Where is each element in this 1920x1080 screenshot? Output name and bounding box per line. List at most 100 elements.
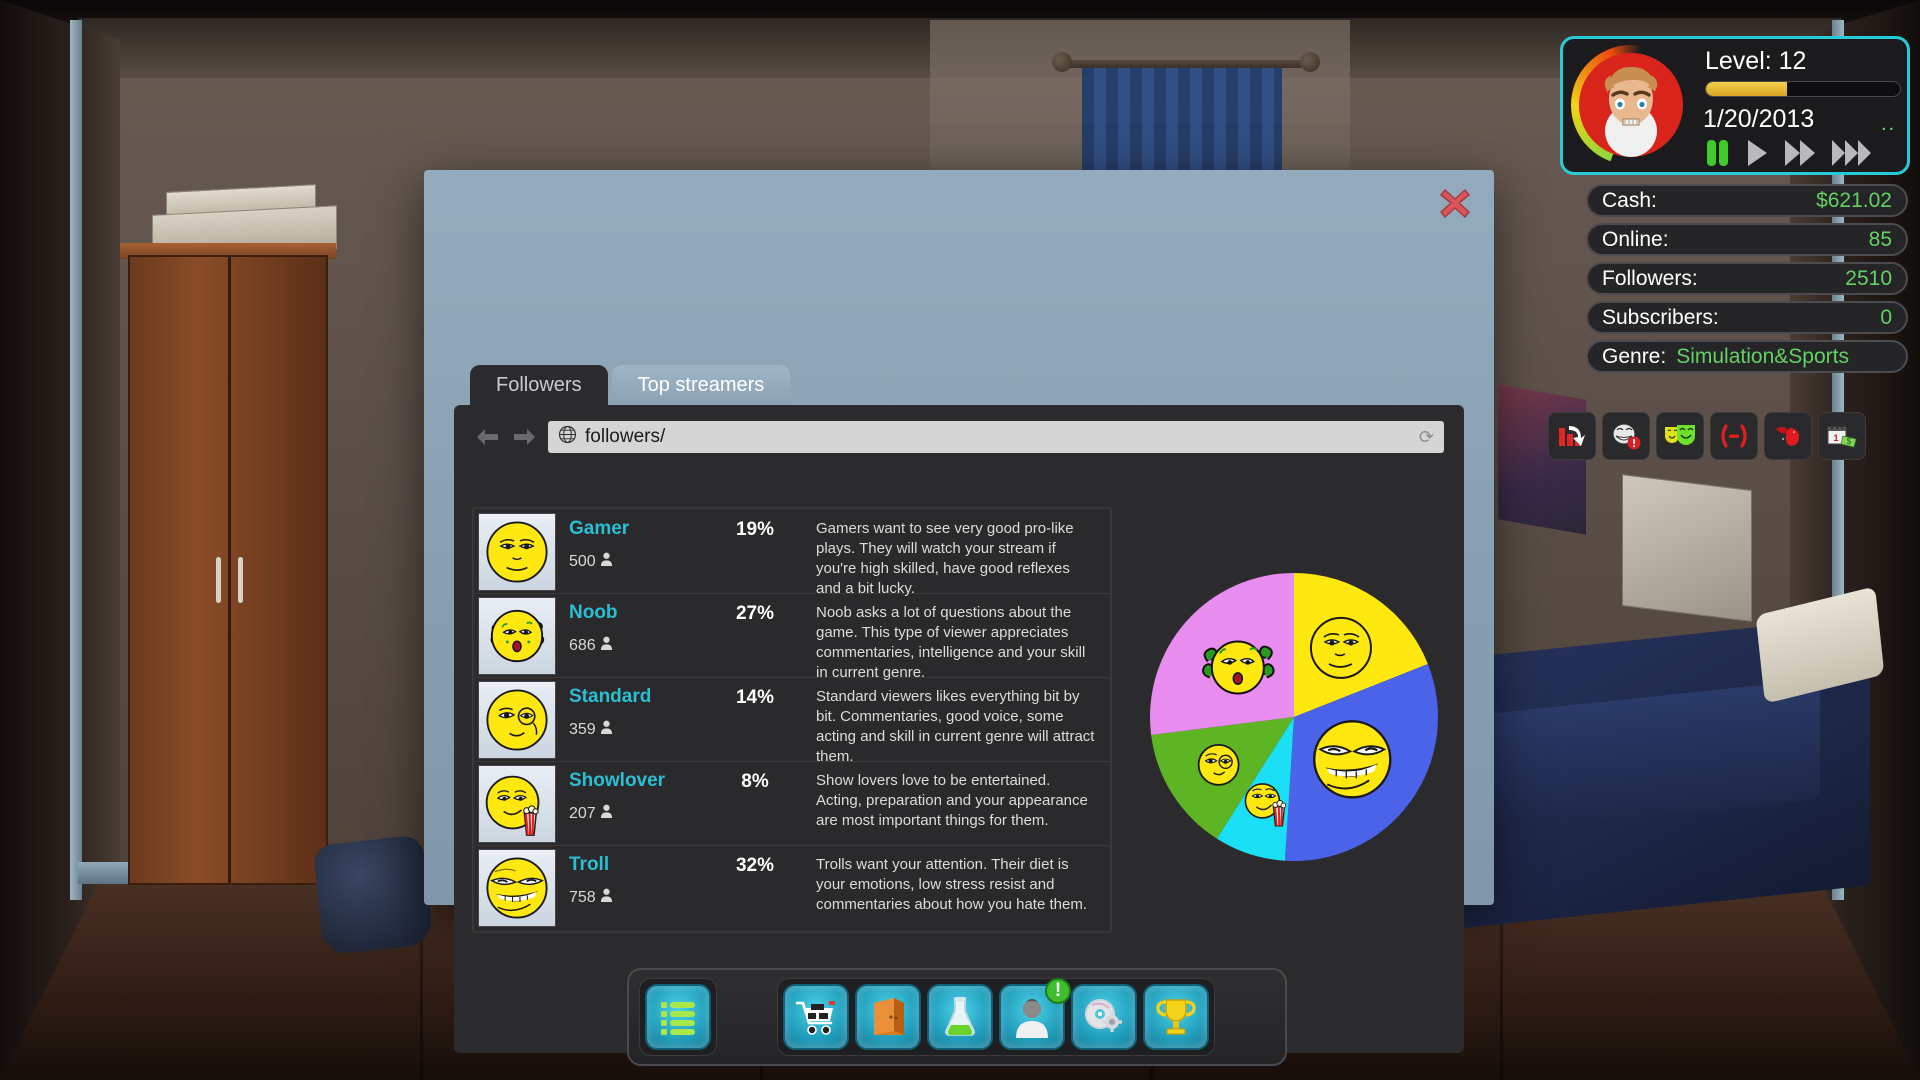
forward-icon[interactable] bbox=[510, 424, 540, 450]
person-icon bbox=[600, 888, 613, 907]
table-row[interactable]: Showlover 207 8% Show lovers love to be … bbox=[475, 762, 1109, 846]
follower-percent: 32% bbox=[735, 855, 775, 876]
tab-followers-label: Followers bbox=[496, 374, 582, 396]
dock-group-main: ! bbox=[777, 978, 1215, 1056]
follower-percent: 8% bbox=[741, 771, 769, 792]
globe-icon bbox=[558, 425, 577, 450]
person-icon bbox=[600, 720, 613, 739]
follower-percent: 27% bbox=[735, 603, 775, 624]
follower-count-value: 686 bbox=[569, 636, 596, 654]
follower-count-value: 500 bbox=[569, 552, 596, 570]
shop-button[interactable] bbox=[783, 984, 849, 1050]
avatar-mood-ring bbox=[1571, 45, 1691, 165]
stat-online: Online: 85 bbox=[1586, 223, 1908, 256]
tab-top-streamers[interactable]: Top streamers bbox=[611, 365, 791, 407]
settings-button[interactable] bbox=[1071, 984, 1137, 1050]
troll-alert-icon[interactable] bbox=[1602, 412, 1650, 460]
game-screen: 1 $ Followers Top streamers followers/ ⟳… bbox=[0, 0, 1920, 1080]
level-label: Level: 12 bbox=[1705, 47, 1807, 75]
avatar[interactable] bbox=[1579, 53, 1683, 157]
follower-name: Standard bbox=[569, 686, 652, 707]
player-hud: Level: 12 1/20/2013 .. Cash: $621.02 Onl… bbox=[1560, 36, 1910, 378]
follower-description: Noob asks a lot of questions about the g… bbox=[816, 604, 1086, 681]
stats-drop-icon[interactable] bbox=[1548, 412, 1596, 460]
tab-followers[interactable]: Followers bbox=[470, 365, 608, 407]
follower-name: Showlover bbox=[569, 770, 666, 791]
follower-count: 500 bbox=[569, 552, 710, 571]
standard-slice-face-icon bbox=[1197, 743, 1240, 786]
back-icon[interactable] bbox=[472, 424, 502, 450]
followers-list: Gamer 500 19% Gamers want to see very go… bbox=[472, 507, 1112, 933]
curtain-rod bbox=[1060, 60, 1310, 68]
browser-toolbar: followers/ ⟳ bbox=[472, 417, 1444, 457]
fast-forward-button[interactable] bbox=[1783, 139, 1817, 172]
follower-count: 359 bbox=[569, 720, 710, 739]
rent-calendar-icon[interactable]: 1 $ bbox=[1818, 412, 1866, 460]
table-row[interactable]: Gamer 500 19% Gamers want to see very go… bbox=[475, 510, 1109, 597]
follower-name-col: Gamer 500 bbox=[560, 510, 710, 571]
stat-online-value: 85 bbox=[1868, 227, 1892, 251]
person-icon bbox=[600, 552, 613, 571]
ultra-forward-button[interactable] bbox=[1831, 139, 1875, 172]
stat-cash: Cash: $621.02 bbox=[1586, 184, 1908, 217]
stat-subscribers-value: 0 bbox=[1880, 305, 1892, 329]
table-row[interactable]: Noob 686 27% Noob asks a lot of question… bbox=[475, 594, 1109, 681]
url-text: followers/ bbox=[585, 426, 666, 447]
svg-text:1: 1 bbox=[1833, 433, 1838, 443]
standard-face-icon bbox=[478, 681, 556, 759]
skills-button[interactable] bbox=[927, 984, 993, 1050]
noob-face-icon bbox=[478, 597, 556, 675]
stat-followers-label: Followers: bbox=[1602, 266, 1698, 290]
follower-name: Gamer bbox=[569, 518, 630, 539]
person-icon bbox=[600, 636, 613, 655]
follower-description: Trolls want your attention. Their diet i… bbox=[816, 856, 1087, 913]
bottom-toolbar: ! bbox=[627, 968, 1287, 1066]
wall-trim-left bbox=[70, 20, 82, 900]
acting-masks-icon[interactable] bbox=[1656, 412, 1704, 460]
follower-count: 758 bbox=[569, 888, 710, 907]
follower-count-value: 359 bbox=[569, 720, 596, 738]
wall-status-icons: 1 $ bbox=[1548, 412, 1866, 460]
follower-description: Show lovers love to be entertained. Acti… bbox=[816, 772, 1088, 829]
showlover-face-icon bbox=[478, 765, 556, 843]
table-row[interactable]: Troll 758 32% Trolls want your attention… bbox=[475, 846, 1109, 930]
xp-bar-fill bbox=[1706, 82, 1788, 96]
follower-description: Gamers want to see very good pro-like pl… bbox=[816, 520, 1074, 597]
pause-button[interactable] bbox=[1705, 139, 1731, 172]
table-row[interactable]: Standard 359 14% Standard viewers likes … bbox=[475, 678, 1109, 765]
stat-followers: Followers: 2510 bbox=[1586, 262, 1908, 295]
blood-icon[interactable] bbox=[1764, 412, 1812, 460]
inventory-button[interactable] bbox=[855, 984, 921, 1050]
curtain-knob bbox=[1052, 52, 1072, 72]
follower-count-value: 207 bbox=[569, 804, 596, 822]
hud-dots: .. bbox=[1881, 113, 1897, 135]
url-input[interactable]: followers/ ⟳ bbox=[548, 421, 1444, 453]
svg-text:$: $ bbox=[1847, 437, 1852, 446]
follower-name: Noob bbox=[569, 602, 618, 623]
menu-button[interactable] bbox=[645, 984, 711, 1050]
pie-chart-svg bbox=[1150, 573, 1438, 861]
follower-percent: 19% bbox=[735, 519, 775, 540]
reload-icon[interactable]: ⟳ bbox=[1419, 427, 1434, 448]
character-button[interactable]: ! bbox=[999, 978, 1071, 1050]
stat-cash-value: $621.02 bbox=[1816, 188, 1892, 212]
game-date: 1/20/2013 bbox=[1703, 105, 1815, 133]
curtain-knob bbox=[1300, 52, 1320, 72]
hud-panel: Level: 12 1/20/2013 .. bbox=[1560, 36, 1910, 175]
person-icon bbox=[600, 804, 613, 823]
play-button[interactable] bbox=[1745, 139, 1769, 172]
close-icon[interactable] bbox=[1438, 186, 1472, 220]
stat-genre-value: Simulation&Sports bbox=[1676, 344, 1849, 368]
stress-icon[interactable] bbox=[1710, 412, 1758, 460]
stat-subscribers-label: Subscribers: bbox=[1602, 305, 1719, 329]
wall-poster bbox=[1622, 474, 1752, 622]
follower-count-value: 758 bbox=[569, 888, 596, 906]
stat-genre: Genre: Simulation&Sports bbox=[1586, 340, 1908, 373]
gamer-slice-face-icon bbox=[1309, 616, 1372, 679]
achievements-button[interactable] bbox=[1143, 984, 1209, 1050]
speed-controls bbox=[1705, 139, 1875, 172]
xp-bar bbox=[1705, 81, 1901, 97]
gamer-face-icon bbox=[478, 513, 556, 591]
stat-subscribers: Subscribers: 0 bbox=[1586, 301, 1908, 334]
dock-group-menu bbox=[639, 978, 717, 1056]
